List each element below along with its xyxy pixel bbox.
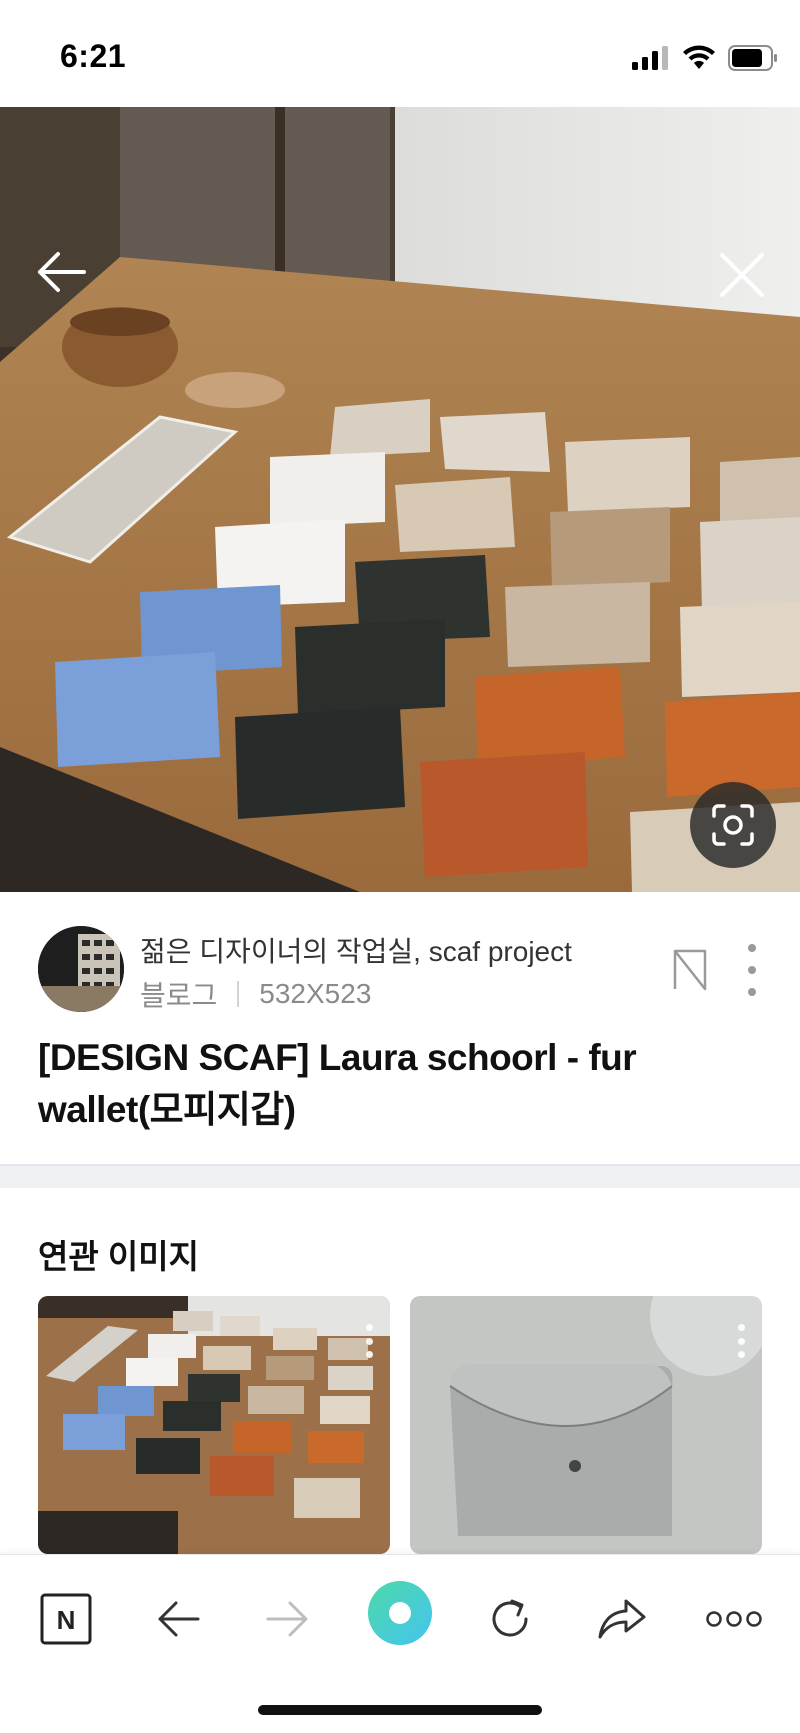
refresh-button[interactable] [478,1587,542,1651]
lens-search-icon [712,804,754,846]
image-title[interactable]: [DESIGN SCAF] Laura schoorl - fur wallet… [38,1032,768,1136]
close-icon [720,253,764,297]
status-icons [632,44,778,72]
more-horizontal-icon [706,1611,762,1627]
status-bar: 6:21 [0,0,800,107]
avatar[interactable] [38,926,124,1012]
more-options-button[interactable] [738,944,766,996]
signal-icon [632,46,668,70]
bookmark-icon [673,949,707,991]
related-thumb-2-image [410,1296,762,1554]
related-thumb-2[interactable] [410,1296,762,1554]
avatar-image [38,926,124,1012]
meta-separator [237,981,240,1007]
thumb-more-button[interactable] [736,1324,746,1358]
back-arrow-icon [38,252,86,292]
related-images-section: 연관 이미지 [0,1188,800,1554]
source-meta: 블로그 532X523 [140,974,371,1014]
nav-forward-button[interactable] [256,1587,320,1651]
image-info: 젊은 디자이너의 작업실, scaf project 블로그 532X523 [… [0,892,800,1164]
section-divider [0,1164,800,1188]
related-thumb-1[interactable] [38,1296,390,1554]
source-type: 블로그 [140,980,218,1011]
fur-wallet-photo [0,107,800,892]
related-thumb-1-image [38,1296,390,1554]
status-time: 6:21 [60,38,127,74]
green-dot-icon [368,1581,432,1645]
nav-back-icon [158,1601,200,1637]
naver-home-button[interactable]: N [34,1587,98,1651]
more-menu-button[interactable] [700,1587,768,1651]
naver-home-icon: N [40,1593,92,1645]
share-icon [598,1599,646,1639]
nav-back-button[interactable] [146,1587,210,1651]
refresh-icon [492,1599,528,1637]
home-indicator[interactable] [258,1705,542,1715]
bookmark-button[interactable] [668,944,712,996]
related-heading: 연관 이미지 [38,1238,199,1275]
hero-image[interactable] [0,107,800,892]
battery-icon [728,45,777,71]
close-button[interactable] [714,247,770,303]
nav-forward-icon [266,1601,308,1637]
svg-text:N: N [57,1605,76,1635]
share-button[interactable] [590,1587,654,1651]
more-vertical-icon [748,944,756,952]
green-dot-button[interactable] [366,1579,434,1647]
source-name[interactable]: 젊은 디자이너의 작업실, scaf project [140,930,572,970]
wifi-icon [683,45,715,69]
image-dimensions: 532X523 [259,978,372,1009]
bottom-toolbar: N [0,1554,800,1733]
thumb-more-button[interactable] [364,1324,374,1358]
lens-search-button[interactable] [690,782,776,868]
back-button[interactable] [30,247,90,297]
